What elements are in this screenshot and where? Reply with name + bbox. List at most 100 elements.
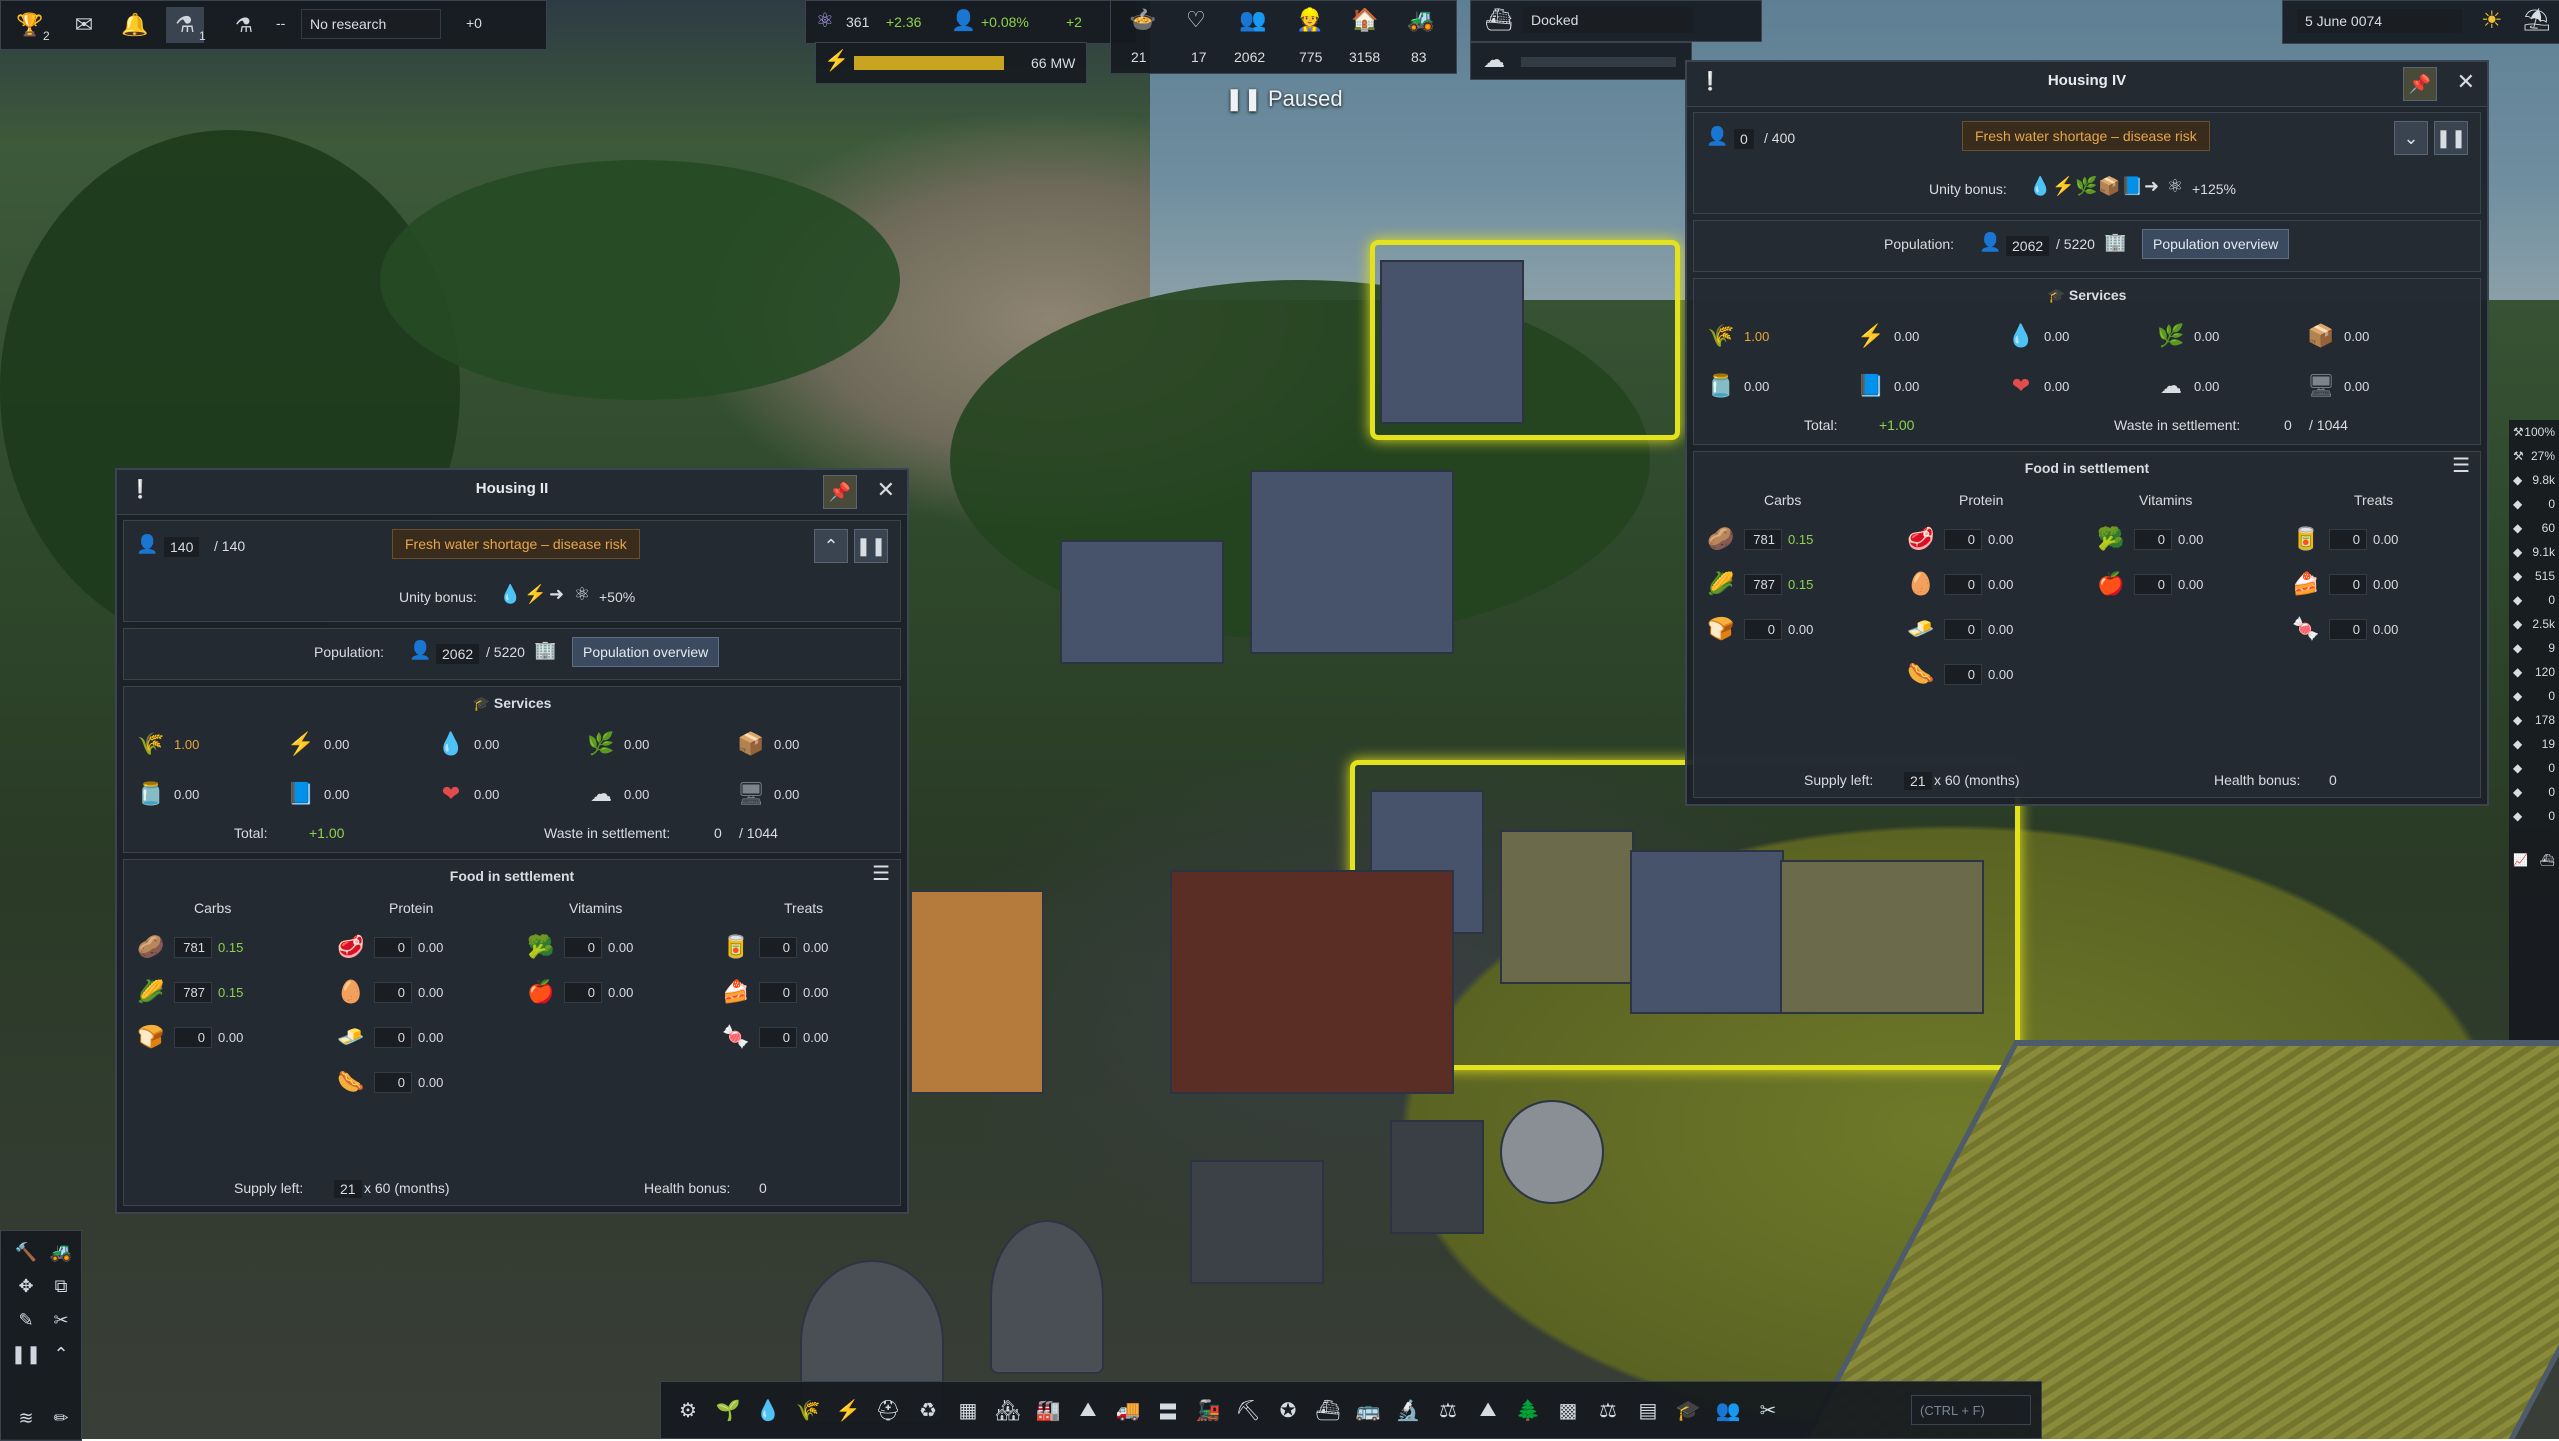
sun-icon: ☀ <box>2481 7 2503 34</box>
build-icon[interactable]: 🔨 <box>11 1237 41 1267</box>
residents-max: / 140 <box>214 538 246 554</box>
downgrade-chevron-icon[interactable]: ⌄ <box>2394 121 2428 155</box>
sidebar-row[interactable]: ◆ 9 <box>2509 636 2559 660</box>
scale-icon[interactable]: ⚖ <box>1591 1393 1625 1427</box>
sidebar-row[interactable]: ◆ 9.1k <box>2509 540 2559 564</box>
vegetables-icon: 🥦 <box>527 934 555 959</box>
building[interactable] <box>910 890 1044 1094</box>
grid-icon[interactable]: ▩ <box>1551 1393 1585 1427</box>
water-icon[interactable]: 💧 <box>751 1393 785 1427</box>
demolish-icon[interactable]: ✂ <box>46 1305 76 1335</box>
people-icon[interactable]: 👥 <box>1711 1393 1745 1427</box>
edit-icon[interactable]: ✏ <box>46 1403 76 1433</box>
paused-indicator[interactable]: ❚❚ Paused <box>1225 86 1343 112</box>
food-amount: 0 <box>2329 528 2367 550</box>
info-icon[interactable]: ❕ <box>1699 72 1721 90</box>
sidebar-row[interactable]: ◆ 0 <box>2509 492 2559 516</box>
housing-icon[interactable]: 🏘 <box>991 1393 1025 1427</box>
move-icon[interactable]: ✥ <box>11 1271 41 1301</box>
education-icon[interactable]: 🎓 <box>1671 1393 1705 1427</box>
pause-icon[interactable]: ❚❚ <box>11 1339 41 1369</box>
close-icon[interactable]: ✕ <box>877 479 895 501</box>
bell-icon[interactable]: 🔔 <box>116 9 154 41</box>
supply-value: 21 <box>334 1180 362 1198</box>
pin-icon[interactable]: 📌 <box>823 475 857 509</box>
pause-building-icon[interactable]: ❚❚ <box>854 529 888 563</box>
services-icon[interactable]: ⛑ <box>871 1393 905 1427</box>
trains-icon[interactable]: 🚂 <box>1191 1393 1225 1427</box>
stat-workers: 775 <box>1299 49 1323 65</box>
sidebar-row[interactable]: ◆ 19 <box>2509 732 2559 756</box>
silo[interactable] <box>1500 1100 1604 1204</box>
silo[interactable] <box>1390 1120 1484 1234</box>
sidebar-value: 9.8k <box>2532 473 2555 487</box>
population-value: 2062 <box>2006 236 2050 256</box>
sidebar-row[interactable]: ◆ 120 <box>2509 660 2559 684</box>
copy-icon[interactable]: ⧉ <box>46 1271 76 1301</box>
vehicles-icon[interactable]: 🚌 <box>1351 1393 1385 1427</box>
machines-icon[interactable]: ⚙ <box>671 1393 705 1427</box>
farm-field[interactable] <box>1785 1040 2559 1439</box>
research-queue-icon[interactable]: ⚗ <box>226 9 262 41</box>
demolish-icon[interactable]: ✂ <box>1751 1393 1785 1427</box>
sidebar-row[interactable]: ◆ 9.8k <box>2509 468 2559 492</box>
mail-icon[interactable]: ✉ <box>65 9 103 41</box>
food-icon[interactable]: 🌾 <box>791 1393 825 1427</box>
sidebar-row[interactable]: ⚒ 100% <box>2509 420 2559 444</box>
sidebar-row[interactable]: ⚒ 27% <box>2509 444 2559 468</box>
calculator-icon[interactable]: ▤ <box>1631 1393 1665 1427</box>
research-field[interactable]: No research <box>301 9 441 39</box>
sidebar-row[interactable]: ◆ 515 <box>2509 564 2559 588</box>
building[interactable] <box>1190 1160 1324 1284</box>
sidebar-row[interactable]: ◆ 60 <box>2509 516 2559 540</box>
vehicle-icon[interactable]: 🚜 <box>46 1237 76 1267</box>
pin-icon[interactable]: 📌 <box>2403 67 2437 101</box>
health-heart-icon: ❤ <box>2011 373 2031 398</box>
sausage-icon: 🌭 <box>337 1069 365 1094</box>
transport-icon[interactable]: 🚚 <box>1111 1393 1145 1427</box>
picker-icon[interactable]: ✎ <box>11 1305 41 1335</box>
layers-icon[interactable]: ≋ <box>11 1403 41 1433</box>
info-icon[interactable]: ❕ <box>129 480 151 498</box>
factory-icon[interactable]: 🏭 <box>1031 1393 1065 1427</box>
list-icon[interactable]: ☰ <box>2452 456 2470 476</box>
military-icon[interactable]: ✪ <box>1271 1393 1305 1427</box>
silo[interactable] <box>990 1220 1104 1374</box>
sidebar-row[interactable]: 📈 ⛴ <box>2509 848 2559 872</box>
stairs-icon[interactable]: ⛰ <box>1071 1393 1105 1427</box>
sidebar-row[interactable]: ◆ 0 <box>2509 588 2559 612</box>
storage-icon[interactable]: ▦ <box>951 1393 985 1427</box>
sidebar-row[interactable]: ◆ 0 <box>2509 756 2559 780</box>
waste-icon[interactable]: ♻ <box>911 1393 945 1427</box>
power-icon[interactable]: ⚡ <box>831 1393 865 1427</box>
ship-icon[interactable]: ⛴ <box>1311 1393 1345 1427</box>
system-icon[interactable]: ⛱ <box>2523 9 2551 31</box>
ship-status[interactable]: Docked <box>1523 7 1693 33</box>
belt-icon[interactable]: 〓 <box>1151 1393 1185 1427</box>
terrain-icon[interactable]: ⛰ <box>1471 1393 1505 1427</box>
pause-building-icon[interactable]: ❚❚ <box>2434 121 2468 155</box>
sidebar-row[interactable]: ◆ 0 <box>2509 684 2559 708</box>
list-icon[interactable]: ☰ <box>872 864 890 884</box>
upgrade-icon[interactable]: ⌃ <box>46 1339 76 1369</box>
upgrade-chevron-icon[interactable]: ⌃ <box>814 529 848 563</box>
close-icon[interactable]: ✕ <box>2457 71 2475 93</box>
building[interactable] <box>1170 870 1454 1094</box>
trees-icon[interactable]: 🌲 <box>1511 1393 1545 1427</box>
agriculture-icon[interactable]: 🌱 <box>711 1393 745 1427</box>
sidebar-row[interactable]: ◆ 0 <box>2509 804 2559 828</box>
building[interactable] <box>1250 470 1454 654</box>
building[interactable] <box>1060 540 1224 664</box>
workers-icon: 👷 <box>1296 7 1324 32</box>
population-overview-button[interactable]: Population overview <box>2142 229 2290 259</box>
mining-icon[interactable]: ⛏ <box>1231 1393 1265 1427</box>
sidebar-row[interactable]: ◆ 2.5k <box>2509 612 2559 636</box>
sidebar-row[interactable]: ◆ 178 <box>2509 708 2559 732</box>
sidebar-row[interactable]: ◆ 0 <box>2509 780 2559 804</box>
food-amount: 0 <box>2134 573 2172 595</box>
research-icon[interactable]: 🔬 <box>1391 1393 1425 1427</box>
population-overview-button[interactable]: Population overview <box>572 637 720 667</box>
resource-icon: ◆ <box>2513 521 2523 535</box>
balance-icon[interactable]: ⚖ <box>1431 1393 1465 1427</box>
search-input[interactable]: (CTRL + F) <box>1911 1395 2031 1425</box>
